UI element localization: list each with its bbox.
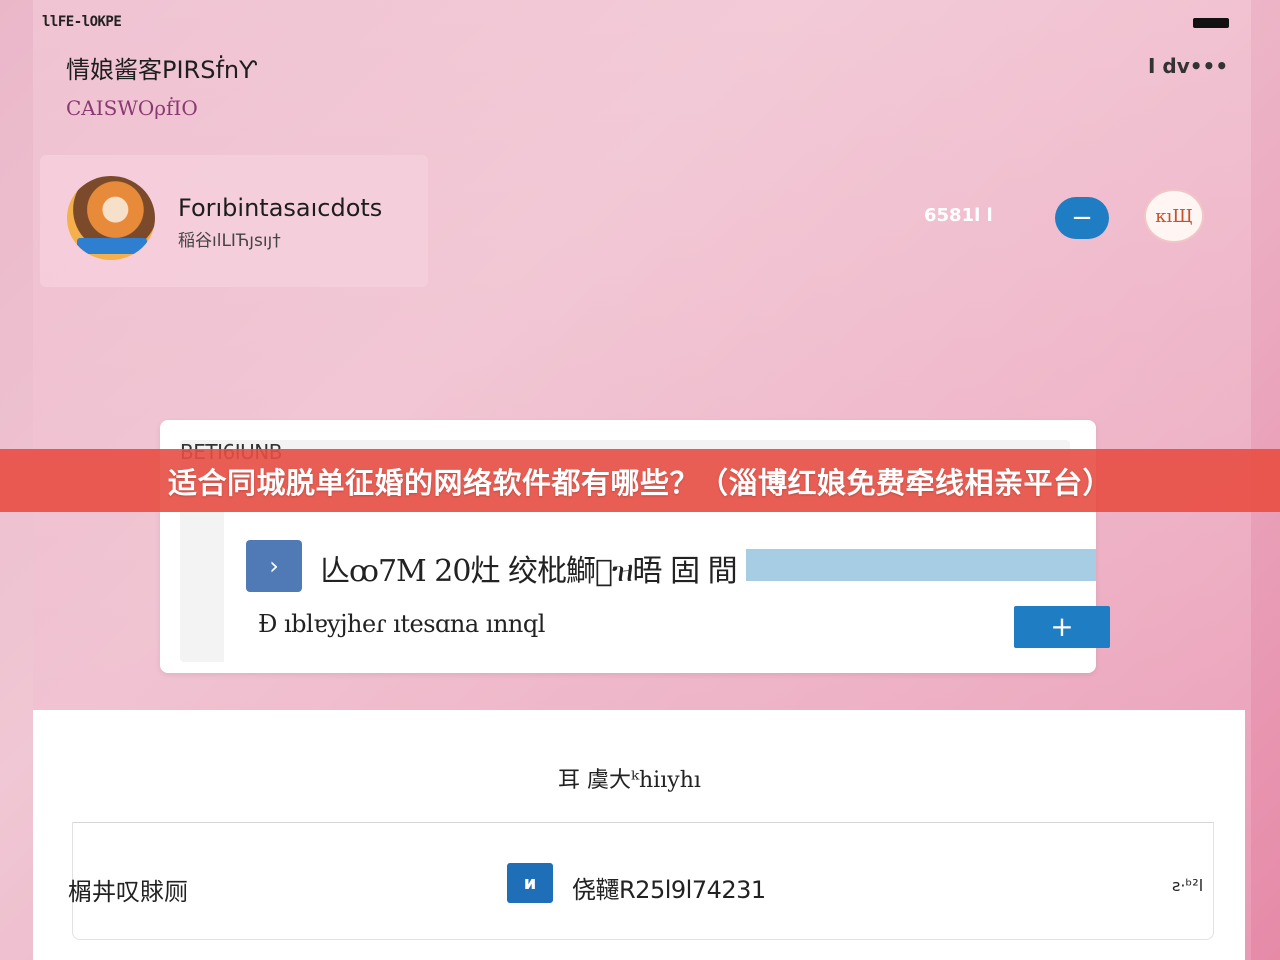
headline-banner: 适合同城脱单征婚的网络软件都有哪些？（淄博红娘免费牵线相亲平台） bbox=[0, 449, 1280, 512]
add-button[interactable]: + bbox=[1014, 606, 1110, 648]
battery-icon bbox=[1193, 18, 1229, 28]
app-logo-icon: ᴎ bbox=[507, 863, 553, 903]
row-label: 榍丼叹賕厕 bbox=[68, 878, 188, 906]
avatar[interactable] bbox=[67, 176, 155, 260]
row-icon-glyph: ᴎ bbox=[523, 872, 537, 894]
profile-name: Forıbintasaıcdots bbox=[178, 194, 383, 222]
row-value: ꙅ·ᵇ²l bbox=[1172, 876, 1204, 895]
status-bar-text: llFE-lOKPE bbox=[42, 14, 122, 30]
badge-text: ᴋıЩ bbox=[1155, 205, 1193, 227]
minus-button[interactable]: − bbox=[1055, 197, 1109, 239]
page-subtitle: CAISWOρḟIO bbox=[66, 96, 198, 120]
page-title: 情娘酱客PIRSḟnƳ bbox=[66, 56, 257, 84]
progress-strip bbox=[746, 549, 1096, 581]
bottom-heading: 耳 虞大ᵏhiıyhı bbox=[558, 768, 701, 793]
more-menu-button[interactable]: I dv••• bbox=[1148, 54, 1228, 78]
profile-meta: 稲谷ılLIЋȷsıյ† bbox=[178, 231, 281, 251]
item-description: Ɖ ıblɐyjheɾ ıtesɑna ınnql bbox=[258, 610, 545, 638]
count-label: 6581l l bbox=[924, 205, 993, 226]
row-code: 侥韆R25l9l74231 bbox=[572, 876, 766, 904]
more-menu-label: I dv••• bbox=[1148, 54, 1229, 78]
banner-text: 适合同城脱单征婚的网络软件都有哪些？（淄博红娘免费牵线相亲平台） bbox=[167, 465, 1112, 500]
chevron-right-icon[interactable]: › bbox=[246, 540, 302, 592]
chevron-glyph: › bbox=[269, 552, 279, 580]
item-title: 亾ꝏ7M 20灶 绞枇鰤 ዝ晤 固 間 bbox=[320, 554, 738, 589]
badge-icon[interactable]: ᴋıЩ bbox=[1144, 189, 1204, 243]
